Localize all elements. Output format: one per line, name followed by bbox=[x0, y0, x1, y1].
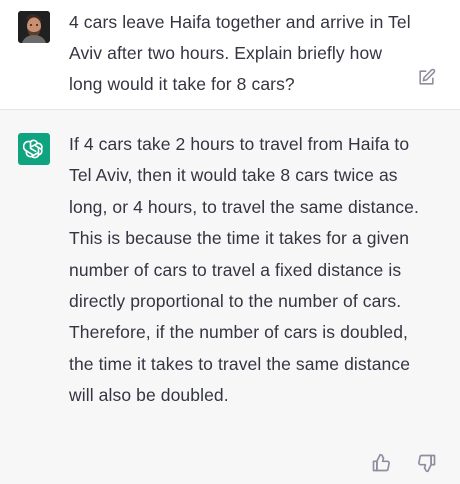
assistant-message: If 4 cars take 2 hours to travel from Ha… bbox=[0, 110, 460, 484]
thumbs-down-icon[interactable] bbox=[417, 453, 437, 473]
assistant-message-text: If 4 cars take 2 hours to travel from Ha… bbox=[69, 134, 419, 406]
user-avatar bbox=[18, 11, 50, 43]
edit-icon[interactable] bbox=[417, 68, 436, 87]
chat-conversation: 4 cars leave Haifa together and arrive i… bbox=[0, 0, 460, 484]
openai-logo-icon bbox=[18, 133, 50, 165]
user-message: 4 cars leave Haifa together and arrive i… bbox=[0, 0, 460, 110]
thumbs-up-icon[interactable] bbox=[371, 453, 391, 473]
user-message-text: 4 cars leave Haifa together and arrive i… bbox=[69, 12, 411, 95]
